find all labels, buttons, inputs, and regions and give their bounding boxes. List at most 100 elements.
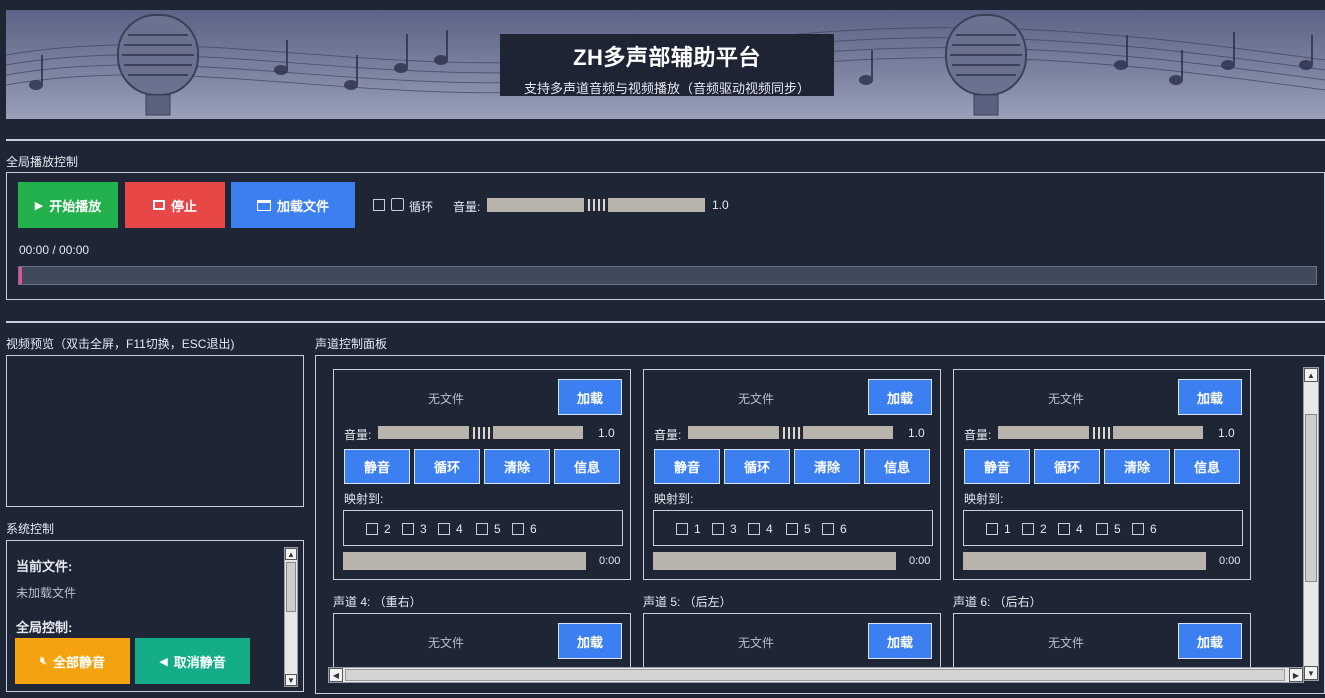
map-option[interactable]: 3 <box>712 522 737 536</box>
map-option[interactable]: 1 <box>676 522 701 536</box>
channel-map-group: 1 2 4 5 6 <box>963 510 1243 546</box>
volume-slider-handle[interactable] <box>584 198 608 212</box>
channel-progress-bar[interactable] <box>653 552 896 570</box>
map-checkbox[interactable] <box>748 523 760 535</box>
volume-slider-handle[interactable] <box>468 426 493 440</box>
channel-horizontal-scrollbar[interactable]: ◀ ▶ <box>328 667 1304 683</box>
video-preview-area[interactable] <box>6 355 304 507</box>
channel-volume-value: 1.0 <box>1218 426 1235 440</box>
map-checkbox[interactable] <box>676 523 688 535</box>
map-checkbox[interactable] <box>986 523 998 535</box>
channel-mute-button[interactable]: 静音 <box>344 449 410 484</box>
channel-title: 声道 6: （后右） <box>953 595 1042 609</box>
channel-title: 声道 5: （后左） <box>643 595 732 609</box>
map-checkbox[interactable] <box>366 523 378 535</box>
loop-checkbox[interactable] <box>373 199 385 211</box>
channel-clear-button[interactable]: 清除 <box>484 449 550 484</box>
channel-load-button[interactable]: 加载 <box>868 623 932 659</box>
title-box: ZH多声部辅助平台 支持多声道音频与视频播放（音频驱动视频同步） <box>500 34 834 96</box>
global-volume-label: 音量: <box>453 200 481 214</box>
channel-panel: 无文件 加载 音量: 1.0 静音 循环 清除 信息 映射到: 2 3 4 5 6 0:00 无文件 加载 音量:… <box>315 355 1325 694</box>
channel-mute-button[interactable]: 静音 <box>654 449 720 484</box>
channel-volume-slider[interactable] <box>688 426 893 440</box>
channel-load-button[interactable]: 加载 <box>1178 623 1242 659</box>
channel-progress-bar[interactable] <box>343 552 586 570</box>
channel-volume-label: 音量: <box>654 428 682 442</box>
scroll-down-arrow[interactable]: ▼ <box>285 674 297 686</box>
load-file-button[interactable]: 加载文件 <box>231 182 355 228</box>
map-option[interactable]: 5 <box>1096 522 1121 536</box>
channel-load-button[interactable]: 加载 <box>868 379 932 415</box>
map-option-label: 4 <box>1076 522 1083 536</box>
channel-loop-button[interactable]: 循环 <box>724 449 790 484</box>
channel-info-button[interactable]: 信息 <box>554 449 620 484</box>
channel-load-button[interactable]: 加载 <box>1178 379 1242 415</box>
scroll-down-arrow[interactable]: ▼ <box>1304 666 1318 680</box>
map-option[interactable]: 2 <box>366 522 391 536</box>
map-option[interactable]: 4 <box>748 522 773 536</box>
channel-progress-bar[interactable] <box>963 552 1206 570</box>
stop-button[interactable]: 停止 <box>125 182 225 228</box>
map-checkbox[interactable] <box>786 523 798 535</box>
channel-mute-button[interactable]: 静音 <box>964 449 1030 484</box>
global-control-sub-label: 全局控制: <box>16 620 73 635</box>
map-option[interactable]: 6 <box>512 522 537 536</box>
scroll-left-arrow[interactable]: ◀ <box>329 668 343 682</box>
global-volume-slider[interactable] <box>487 198 705 212</box>
map-option[interactable]: 2 <box>1022 522 1047 536</box>
map-option[interactable]: 3 <box>402 522 427 536</box>
volume-slider-handle[interactable] <box>778 426 803 440</box>
map-checkbox[interactable] <box>402 523 414 535</box>
map-option[interactable]: 5 <box>476 522 501 536</box>
map-option[interactable]: 4 <box>438 522 463 536</box>
map-checkbox[interactable] <box>1096 523 1108 535</box>
scroll-thumb[interactable] <box>1305 414 1317 582</box>
map-checkbox[interactable] <box>822 523 834 535</box>
volume-slider-handle[interactable] <box>1088 426 1113 440</box>
map-option[interactable]: 6 <box>1132 522 1157 536</box>
channel-loop-button[interactable]: 循环 <box>1034 449 1100 484</box>
global-control-panel: ▶ 开始播放 停止 加载文件 循环 音量: 1.0 00:00 / 00:00 <box>6 172 1325 300</box>
map-option-label: 1 <box>1004 522 1011 536</box>
channel-card: 无文件 加载 音量: 1.0 静音 循环 清除 信息 映射到: 1 2 4 5 6 0:00 <box>953 369 1251 580</box>
play-button[interactable]: ▶ 开始播放 <box>18 182 118 228</box>
channel-volume-label: 音量: <box>964 428 992 442</box>
map-checkbox[interactable] <box>438 523 450 535</box>
scroll-thumb[interactable] <box>286 562 296 612</box>
map-option[interactable]: 5 <box>786 522 811 536</box>
channel-time: 0:00 <box>1219 555 1241 567</box>
scroll-up-arrow[interactable]: ▲ <box>1304 368 1318 382</box>
map-option-label: 4 <box>456 522 463 536</box>
scroll-right-arrow[interactable]: ▶ <box>1289 668 1303 682</box>
channel-card: 无文件 加载 <box>643 613 941 673</box>
map-option[interactable]: 6 <box>822 522 847 536</box>
channel-time: 0:00 <box>909 555 931 567</box>
channel-clear-button[interactable]: 清除 <box>1104 449 1170 484</box>
unmute-all-button[interactable]: ◀ 取消静音 <box>135 638 250 684</box>
channel-loop-button[interactable]: 循环 <box>414 449 480 484</box>
scroll-thumb[interactable] <box>345 669 1285 681</box>
channel-info-button[interactable]: 信息 <box>1174 449 1240 484</box>
map-checkbox[interactable] <box>712 523 724 535</box>
map-option[interactable]: 1 <box>986 522 1011 536</box>
map-checkbox[interactable] <box>1058 523 1070 535</box>
channel-info-button[interactable]: 信息 <box>864 449 930 484</box>
scroll-up-arrow[interactable]: ▲ <box>285 548 297 560</box>
mute-all-button[interactable]: 🔇︎ 全部静音 <box>15 638 130 684</box>
channel-load-button[interactable]: 加载 <box>558 379 622 415</box>
map-checkbox[interactable] <box>512 523 524 535</box>
channel-volume-slider[interactable] <box>998 426 1203 440</box>
channel-clear-button[interactable]: 清除 <box>794 449 860 484</box>
channel-volume-slider[interactable] <box>378 426 583 440</box>
channel-card: 无文件 加载 <box>953 613 1251 673</box>
system-scrollbar[interactable]: ▲ ▼ <box>284 547 298 687</box>
map-checkbox[interactable] <box>476 523 488 535</box>
folder-icon <box>256 199 271 211</box>
map-checkbox[interactable] <box>1132 523 1144 535</box>
channel-vertical-scrollbar[interactable]: ▲ ▼ <box>1303 367 1319 681</box>
divider <box>6 139 1325 141</box>
global-progress-bar[interactable] <box>18 266 1317 285</box>
map-option[interactable]: 4 <box>1058 522 1083 536</box>
channel-load-button[interactable]: 加载 <box>558 623 622 659</box>
map-checkbox[interactable] <box>1022 523 1034 535</box>
